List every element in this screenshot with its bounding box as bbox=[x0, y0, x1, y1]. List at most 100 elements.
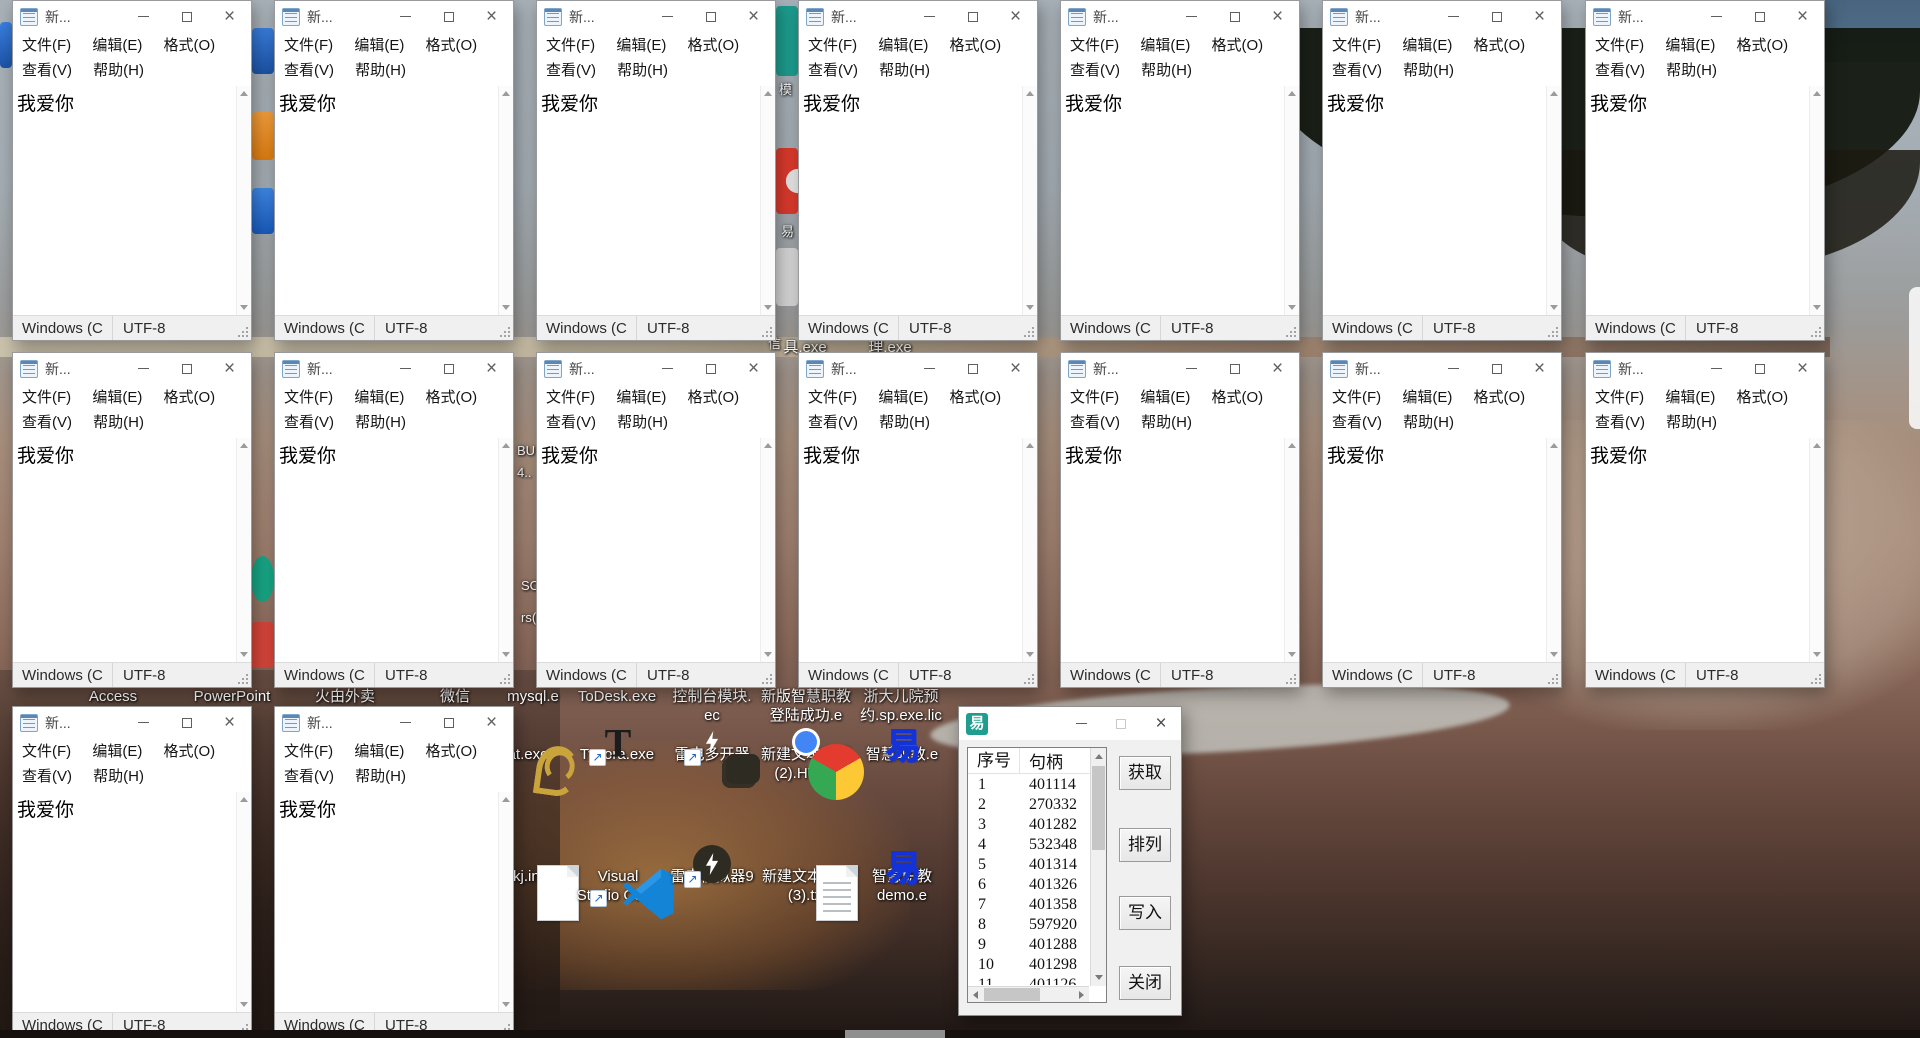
desktop-icon[interactable]: Visual Studio Code bbox=[568, 864, 668, 905]
menu-item-edit[interactable]: 编辑(E) bbox=[354, 743, 404, 760]
menu-item-format[interactable]: 格式(O) bbox=[1212, 389, 1264, 406]
resize-grip[interactable] bbox=[246, 682, 248, 684]
maximize-button[interactable] bbox=[165, 707, 208, 738]
minimize-button[interactable] bbox=[908, 353, 951, 384]
menu-item-help[interactable]: 帮助(H) bbox=[1403, 62, 1454, 79]
menu-item-view[interactable]: 查看(V) bbox=[1332, 414, 1382, 431]
notepad-titlebar[interactable]: 新... bbox=[537, 1, 775, 32]
minimize-button[interactable] bbox=[1432, 353, 1475, 384]
handle-row[interactable]: 9401288 bbox=[968, 935, 1089, 955]
maximize-button[interactable] bbox=[689, 1, 732, 32]
maximize-button[interactable] bbox=[1101, 707, 1141, 740]
partial-icon[interactable] bbox=[776, 248, 798, 306]
minimize-button[interactable] bbox=[1170, 1, 1213, 32]
vertical-scrollbar[interactable] bbox=[236, 792, 251, 1012]
close-button[interactable] bbox=[470, 707, 513, 738]
desktop-icon[interactable]: 雷电模拟器9 bbox=[662, 864, 762, 886]
get-handles-button[interactable]: 获取 bbox=[1119, 756, 1171, 790]
menu-item-format[interactable]: 格式(O) bbox=[1212, 37, 1264, 54]
menu-item-edit[interactable]: 编辑(E) bbox=[92, 37, 142, 54]
menu-item-edit[interactable]: 编辑(E) bbox=[92, 389, 142, 406]
resize-grip[interactable] bbox=[770, 682, 772, 684]
minimize-button[interactable] bbox=[1695, 1, 1738, 32]
menu-item-view[interactable]: 查看(V) bbox=[808, 414, 858, 431]
partial-icon[interactable] bbox=[252, 28, 274, 74]
notepad-edit-area[interactable]: 我爱你 bbox=[13, 438, 251, 662]
vertical-scrollbar[interactable] bbox=[498, 792, 513, 1012]
handle-row[interactable]: 11401126 bbox=[968, 975, 1089, 985]
maximize-button[interactable] bbox=[1738, 1, 1781, 32]
menu-item-format[interactable]: 格式(O) bbox=[1474, 37, 1526, 54]
resize-grip[interactable] bbox=[770, 335, 772, 337]
menu-item-view[interactable]: 查看(V) bbox=[284, 414, 334, 431]
menu-item-format[interactable]: 格式(O) bbox=[688, 37, 740, 54]
desktop-icon-label[interactable]: mysql.e bbox=[507, 687, 559, 706]
handle-row[interactable]: 8597920 bbox=[968, 915, 1089, 935]
menu-item-format[interactable]: 格式(O) bbox=[426, 37, 478, 54]
menu-item-view[interactable]: 查看(V) bbox=[546, 414, 596, 431]
arrange-button[interactable]: 排列 bbox=[1119, 828, 1171, 862]
desktop-icon[interactable]: 智慧职教.e bbox=[852, 742, 952, 764]
taskbar[interactable] bbox=[0, 1030, 1920, 1038]
menu-item-help[interactable]: 帮助(H) bbox=[1141, 62, 1192, 79]
maximize-button[interactable] bbox=[1213, 353, 1256, 384]
close-button[interactable] bbox=[1141, 707, 1181, 740]
menu-item-file[interactable]: 文件(F) bbox=[1595, 389, 1644, 406]
menu-item-file[interactable]: 文件(F) bbox=[22, 389, 71, 406]
resize-grip[interactable] bbox=[508, 682, 510, 684]
notepad-edit-area[interactable]: 我爱你 bbox=[275, 86, 513, 315]
menu-item-help[interactable]: 帮助(H) bbox=[617, 62, 668, 79]
menu-item-edit[interactable]: 编辑(E) bbox=[878, 37, 928, 54]
desktop-icon[interactable]: 智慧职教 demo.e bbox=[852, 864, 952, 905]
menu-item-edit[interactable]: 编辑(E) bbox=[354, 389, 404, 406]
notepad-edit-area[interactable]: 我爱你 bbox=[799, 86, 1037, 315]
minimize-button[interactable] bbox=[646, 1, 689, 32]
menu-item-edit[interactable]: 编辑(E) bbox=[1402, 389, 1452, 406]
vertical-scrollbar[interactable] bbox=[760, 86, 775, 315]
vertical-scrollbar[interactable] bbox=[1809, 86, 1824, 315]
notepad-titlebar[interactable]: 新... bbox=[1323, 353, 1561, 384]
desktop-icon-label[interactable]: 浙大儿院预 约.sp.exe.lic bbox=[860, 687, 942, 725]
menu-item-file[interactable]: 文件(F) bbox=[284, 743, 333, 760]
menu-item-edit[interactable]: 编辑(E) bbox=[354, 37, 404, 54]
maximize-button[interactable] bbox=[427, 707, 470, 738]
maximize-button[interactable] bbox=[1738, 353, 1781, 384]
menu-item-edit[interactable]: 编辑(E) bbox=[878, 389, 928, 406]
maximize-button[interactable] bbox=[1475, 353, 1518, 384]
close-button[interactable] bbox=[208, 353, 251, 384]
minimize-button[interactable] bbox=[122, 1, 165, 32]
menu-item-file[interactable]: 文件(F) bbox=[1595, 37, 1644, 54]
desktop-icon[interactable]: 新建文本文档 (2).HTML bbox=[756, 742, 856, 783]
close-button[interactable] bbox=[732, 353, 775, 384]
menu-item-file[interactable]: 文件(F) bbox=[22, 37, 71, 54]
vertical-scrollbar[interactable] bbox=[1090, 748, 1106, 986]
maximize-button[interactable] bbox=[689, 353, 732, 384]
notepad-titlebar[interactable]: 新... bbox=[799, 1, 1037, 32]
resize-grip[interactable] bbox=[1032, 682, 1034, 684]
notepad-titlebar[interactable]: 新... bbox=[799, 353, 1037, 384]
menu-item-file[interactable]: 文件(F) bbox=[1332, 37, 1381, 54]
partial-icon[interactable] bbox=[251, 622, 274, 668]
menu-item-view[interactable]: 查看(V) bbox=[22, 414, 72, 431]
handle-row[interactable]: 5401314 bbox=[968, 855, 1089, 875]
menu-item-view[interactable]: 查看(V) bbox=[1595, 62, 1645, 79]
notepad-titlebar[interactable]: 新... bbox=[1586, 353, 1824, 384]
handle-row[interactable]: 1401114 bbox=[968, 775, 1089, 795]
resize-grip[interactable] bbox=[246, 335, 248, 337]
notepad-edit-area[interactable]: 我爱你 bbox=[1061, 438, 1299, 662]
close-button[interactable] bbox=[1781, 1, 1824, 32]
menu-item-help[interactable]: 帮助(H) bbox=[1666, 414, 1717, 431]
menu-item-format[interactable]: 格式(O) bbox=[1474, 389, 1526, 406]
handle-row[interactable]: 3401282 bbox=[968, 815, 1089, 835]
menu-item-format[interactable]: 格式(O) bbox=[426, 743, 478, 760]
handle-row[interactable]: 4532348 bbox=[968, 835, 1089, 855]
notepad-titlebar[interactable]: 新... bbox=[13, 1, 251, 32]
close-button[interactable] bbox=[1781, 353, 1824, 384]
close-button[interactable] bbox=[208, 707, 251, 738]
menu-item-edit[interactable]: 编辑(E) bbox=[616, 389, 666, 406]
vertical-scrollbar[interactable] bbox=[1284, 86, 1299, 315]
vertical-scrollbar[interactable] bbox=[1022, 86, 1037, 315]
minimize-button[interactable] bbox=[1695, 353, 1738, 384]
menu-item-view[interactable]: 查看(V) bbox=[1070, 62, 1120, 79]
menu-item-file[interactable]: 文件(F) bbox=[808, 389, 857, 406]
